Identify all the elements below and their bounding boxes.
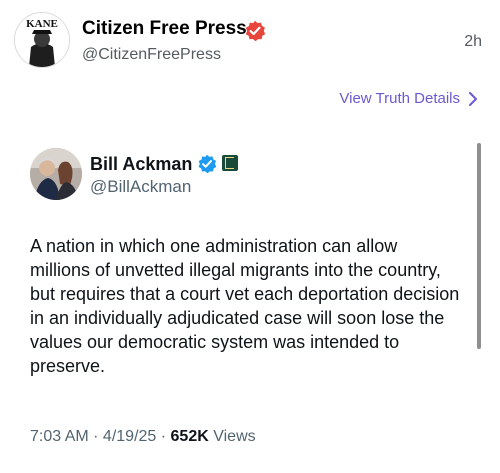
author-avatar[interactable]: KANE bbox=[14, 12, 70, 68]
quoted-post-text: A nation in which one administration can… bbox=[30, 236, 460, 376]
post-time: 2h bbox=[464, 33, 482, 50]
details-link-label: View Truth Details bbox=[339, 90, 460, 107]
author-name[interactable]: Citizen Free Press bbox=[82, 18, 247, 40]
verified-badge-icon bbox=[245, 20, 266, 42]
quoted-author-name[interactable]: Bill Ackman bbox=[90, 154, 192, 175]
view-truth-details-link[interactable]: View Truth Details bbox=[339, 90, 478, 107]
chevron-right-icon bbox=[469, 91, 477, 106]
author-handle[interactable]: @CitizenFreePress bbox=[82, 46, 221, 64]
quoted-author-avatar[interactable] bbox=[30, 148, 82, 200]
avatar-text: KANE bbox=[26, 18, 58, 30]
quoted-post-time: 7:03 AM bbox=[30, 428, 89, 445]
quoted-post-date: 4/19/25 bbox=[102, 428, 157, 445]
quoted-author-handle[interactable]: @BillAckman bbox=[90, 177, 191, 197]
views-label: Views bbox=[213, 428, 256, 445]
views-count: 652K bbox=[170, 428, 209, 445]
quoted-post-meta: 7:03 AM · 4/19/25 · 652K Views bbox=[30, 428, 256, 446]
post-header: KANE Citizen Free Press @CitizenFreePres… bbox=[14, 12, 486, 68]
meta-separator: · bbox=[88, 428, 103, 445]
scrollbar[interactable] bbox=[477, 143, 481, 349]
affiliation-badge-icon[interactable] bbox=[222, 155, 238, 171]
meta-separator: · bbox=[156, 428, 171, 445]
verified-badge-icon bbox=[198, 154, 217, 174]
